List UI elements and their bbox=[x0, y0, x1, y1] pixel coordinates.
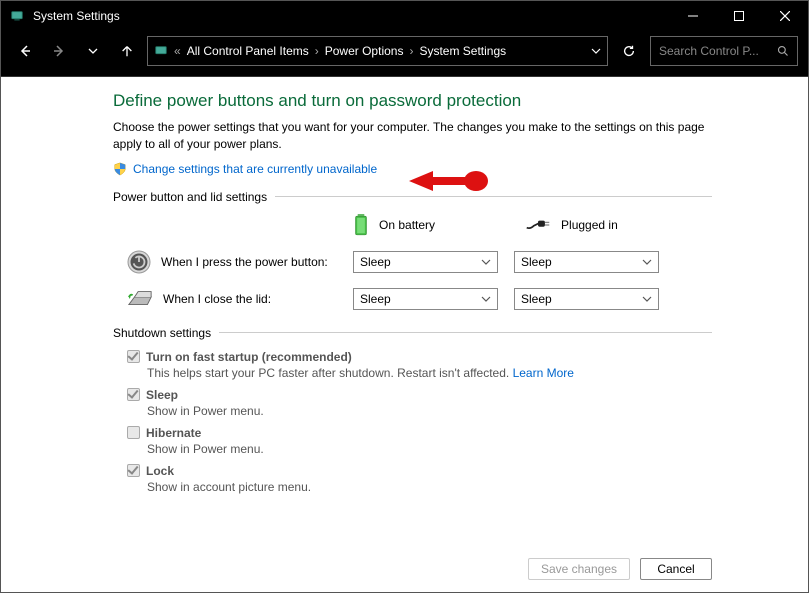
breadcrumb-2[interactable]: Power Options bbox=[325, 44, 404, 58]
group-power-title: Power button and lid settings bbox=[113, 190, 267, 204]
refresh-button[interactable] bbox=[614, 36, 644, 66]
breadcrumb-prefix: « bbox=[172, 44, 183, 58]
shutdown-item-sleep: Sleep Show in Power menu. bbox=[127, 388, 712, 418]
select-lid-plugged[interactable]: Sleep bbox=[514, 288, 659, 310]
label-close-lid: When I close the lid: bbox=[163, 292, 271, 306]
shutdown-item-lock: Lock Show in account picture menu. bbox=[127, 464, 712, 494]
location-icon bbox=[154, 44, 168, 58]
maximize-button[interactable] bbox=[716, 1, 762, 31]
sub-lock: Show in account picture menu. bbox=[147, 480, 712, 494]
close-button[interactable] bbox=[762, 1, 808, 31]
app-icon bbox=[9, 8, 25, 24]
label-sleep: Sleep bbox=[146, 388, 178, 402]
minimize-button[interactable] bbox=[670, 1, 716, 31]
divider bbox=[275, 196, 712, 197]
window-title: System Settings bbox=[33, 9, 670, 23]
change-settings-link[interactable]: Change settings that are currently unava… bbox=[133, 162, 377, 176]
group-shutdown-title: Shutdown settings bbox=[113, 326, 211, 340]
label-on-battery: On battery bbox=[379, 218, 435, 232]
forward-button[interactable] bbox=[45, 37, 73, 65]
search-input[interactable]: Search Control P... bbox=[650, 36, 798, 66]
address-bar[interactable]: « All Control Panel Items › Power Option… bbox=[147, 36, 608, 66]
label-lock: Lock bbox=[146, 464, 174, 478]
address-dropdown[interactable] bbox=[591, 46, 601, 56]
page-description: Choose the power settings that you want … bbox=[113, 119, 712, 154]
label-hibernate: Hibernate bbox=[146, 426, 201, 440]
column-plugged-in: Plugged in bbox=[525, 218, 618, 232]
plug-icon bbox=[525, 218, 551, 232]
save-changes-button: Save changes bbox=[528, 558, 630, 580]
shield-icon bbox=[113, 162, 127, 176]
label-power-button: When I press the power button: bbox=[161, 255, 328, 269]
divider bbox=[219, 332, 712, 333]
power-icon bbox=[127, 250, 151, 274]
select-power-battery[interactable]: Sleep bbox=[353, 251, 498, 273]
select-lid-battery[interactable]: Sleep bbox=[353, 288, 498, 310]
recent-dropdown[interactable] bbox=[79, 37, 107, 65]
sub-sleep: Show in Power menu. bbox=[147, 404, 712, 418]
checkbox-sleep bbox=[127, 388, 140, 401]
select-power-plugged[interactable]: Sleep bbox=[514, 251, 659, 273]
learn-more-link[interactable]: Learn More bbox=[513, 366, 574, 380]
column-on-battery: On battery bbox=[353, 214, 435, 236]
breadcrumb-1[interactable]: All Control Panel Items bbox=[187, 44, 309, 58]
label-plugged-in: Plugged in bbox=[561, 218, 618, 232]
page-heading: Define power buttons and turn on passwor… bbox=[113, 91, 712, 111]
sub-fast-startup: This helps start your PC faster after sh… bbox=[147, 366, 513, 380]
content-area: Define power buttons and turn on passwor… bbox=[1, 77, 808, 494]
breadcrumb-3[interactable]: System Settings bbox=[419, 44, 506, 58]
checkbox-fast-startup bbox=[127, 350, 140, 363]
back-button[interactable] bbox=[11, 37, 39, 65]
checkbox-lock bbox=[127, 464, 140, 477]
chevron-right-icon[interactable]: › bbox=[313, 44, 321, 58]
cancel-button[interactable]: Cancel bbox=[640, 558, 712, 580]
label-fast-startup: Turn on fast startup (recommended) bbox=[146, 350, 352, 364]
navbar: « All Control Panel Items › Power Option… bbox=[1, 31, 808, 77]
footer-buttons: Save changes Cancel bbox=[528, 558, 712, 580]
battery-icon bbox=[353, 214, 369, 236]
shutdown-item-fast-startup: Turn on fast startup (recommended) This … bbox=[127, 350, 712, 380]
shutdown-item-hibernate: Hibernate Show in Power menu. bbox=[127, 426, 712, 456]
chevron-right-icon[interactable]: › bbox=[407, 44, 415, 58]
search-placeholder: Search Control P... bbox=[659, 44, 777, 58]
up-button[interactable] bbox=[113, 37, 141, 65]
lid-icon bbox=[127, 289, 153, 309]
sub-hibernate: Show in Power menu. bbox=[147, 442, 712, 456]
checkbox-hibernate bbox=[127, 426, 140, 439]
titlebar: System Settings bbox=[1, 1, 808, 31]
search-icon bbox=[777, 45, 789, 57]
